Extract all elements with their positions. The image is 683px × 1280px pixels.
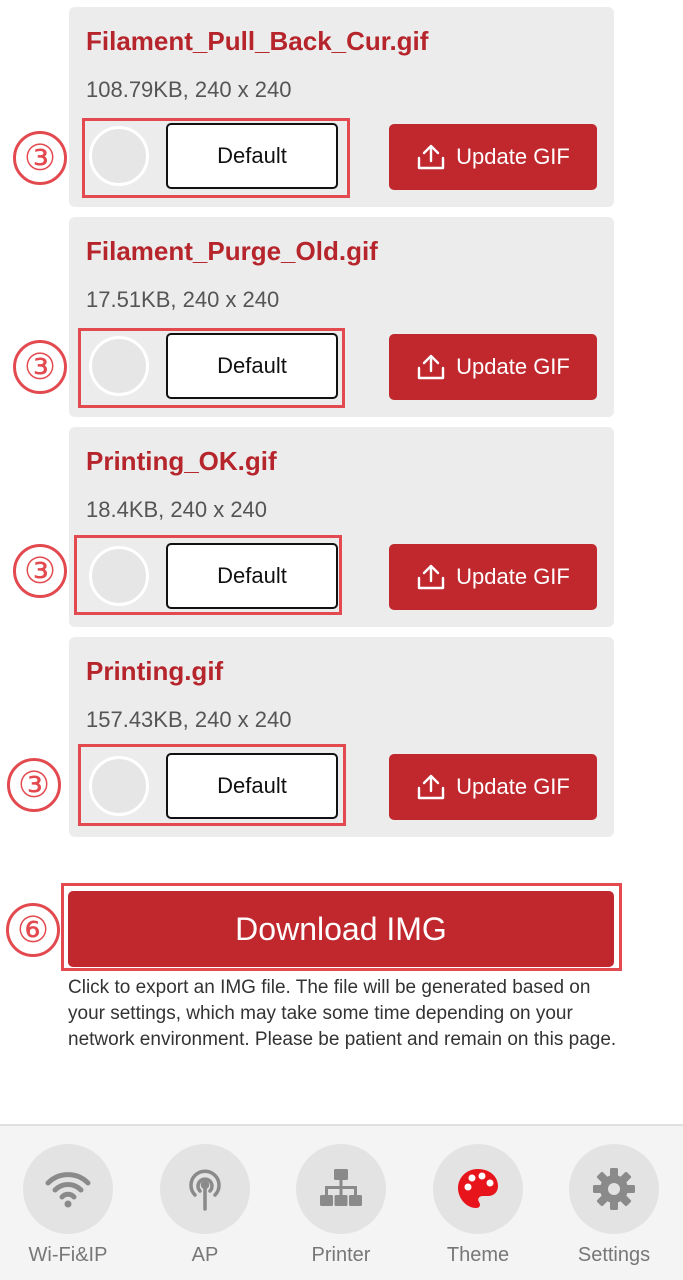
tab-label: Settings [577, 1244, 651, 1266]
gif-preview-thumbnail [89, 336, 149, 396]
gif-card: Filament_Pull_Back_Cur.gif 108.79KB, 240… [69, 7, 614, 207]
bottom-tab-bar: Wi-Fi&IP AP Printer Theme Settings [0, 1124, 683, 1280]
tab-label: Wi-Fi&IP [28, 1244, 108, 1266]
default-button[interactable]: Default [166, 543, 338, 609]
wifi-icon [45, 1172, 91, 1208]
gif-preview-thumbnail [89, 546, 149, 606]
annotation-number: ③ [13, 131, 67, 185]
upload-icon [417, 354, 445, 380]
annotation-number: ⑥ [6, 903, 60, 957]
upload-icon [417, 144, 445, 170]
tab-label: AP [191, 1244, 219, 1266]
gif-file-info: 108.79KB, 240 x 240 [86, 77, 292, 102]
update-gif-button[interactable]: Update GIF [389, 124, 597, 190]
update-gif-label: Update GIF [456, 774, 570, 799]
tab-label: Theme [446, 1244, 510, 1266]
gif-file-name: Printing_OK.gif [86, 446, 277, 476]
gif-file-name: Filament_Purge_Old.gif [86, 236, 378, 266]
annotation-number: ③ [13, 340, 67, 394]
gif-file-info: 17.51KB, 240 x 240 [86, 287, 280, 312]
update-gif-label: Update GIF [456, 354, 570, 379]
antenna-icon [189, 1169, 221, 1211]
download-img-button[interactable]: Download IMG [68, 891, 614, 967]
gif-preview-thumbnail [89, 756, 149, 816]
tab-printer[interactable]: Printer [286, 1144, 396, 1274]
palette-icon [458, 1169, 498, 1208]
update-gif-label: Update GIF [456, 144, 570, 169]
tab-wifi-ip[interactable]: Wi-Fi&IP [13, 1144, 123, 1274]
gif-file-info: 157.43KB, 240 x 240 [86, 707, 292, 732]
tab-theme[interactable]: Theme [423, 1144, 533, 1274]
annotation-number: ③ [13, 544, 67, 598]
download-description: Click to export an IMG file. The file wi… [68, 977, 617, 1050]
network-hierarchy-icon [320, 1169, 362, 1206]
tab-ap[interactable]: AP [150, 1144, 260, 1274]
upload-icon [417, 564, 445, 590]
update-gif-button[interactable]: Update GIF [389, 334, 597, 400]
default-button[interactable]: Default [166, 333, 338, 399]
gif-file-info: 18.4KB, 240 x 240 [86, 497, 268, 522]
gif-card: Printing_OK.gif 18.4KB, 240 x 240 Defaul… [69, 427, 614, 627]
tab-settings[interactable]: Settings [559, 1144, 669, 1274]
default-button[interactable]: Default [166, 753, 338, 819]
gif-card: Printing.gif 157.43KB, 240 x 240 Default… [69, 637, 614, 837]
gif-preview-thumbnail [89, 126, 149, 186]
update-gif-button[interactable]: Update GIF [389, 544, 597, 610]
update-gif-button[interactable]: Update GIF [389, 754, 597, 820]
gif-card: Filament_Purge_Old.gif 17.51KB, 240 x 24… [69, 217, 614, 417]
gif-file-name: Filament_Pull_Back_Cur.gif [86, 26, 429, 56]
default-button[interactable]: Default [166, 123, 338, 189]
gif-file-name: Printing.gif [86, 656, 224, 686]
update-gif-label: Update GIF [456, 564, 570, 589]
annotation-number: ③ [7, 758, 61, 812]
tab-label: Printer [311, 1244, 371, 1266]
gear-icon [593, 1168, 635, 1210]
upload-icon [417, 774, 445, 800]
